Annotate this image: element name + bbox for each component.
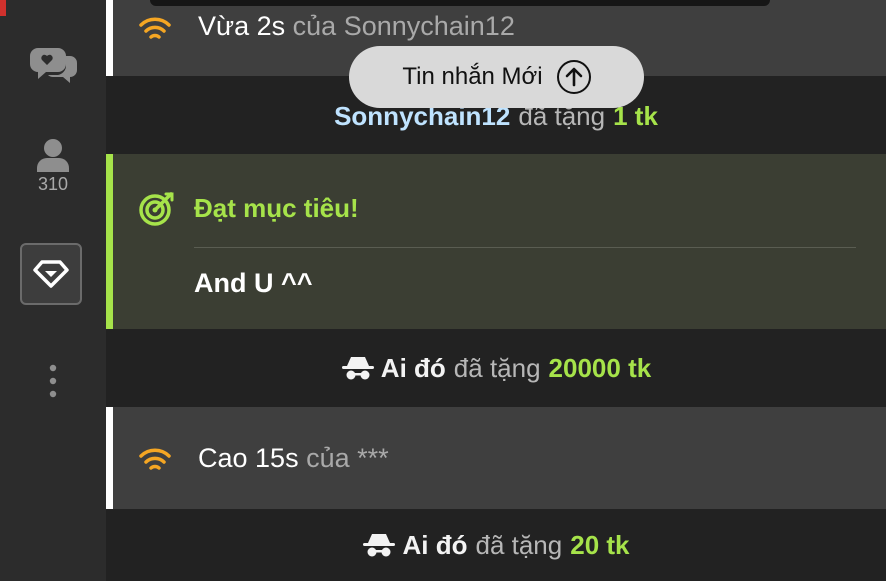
message-of: của [306, 443, 350, 473]
new-messages-button[interactable]: Tin nhắn Mới [349, 46, 644, 108]
chat-message: Cao 15s của *** [106, 407, 886, 509]
red-edge-accent [0, 0, 6, 16]
gift-verb: đã tặng [453, 352, 541, 383]
wifi-icon [139, 448, 171, 470]
message-main: Cao 15s [198, 443, 299, 473]
message-user[interactable]: Sonnychain12 [344, 11, 515, 41]
gift-verb: đã tặng [475, 529, 563, 560]
viewers-button[interactable]: 310 [0, 138, 106, 195]
incognito-icon [341, 357, 374, 380]
gift-button[interactable] [20, 243, 82, 305]
gift-amount: 20 tk [570, 529, 630, 560]
message-text: Cao 15s của *** [198, 443, 389, 474]
goal-title: Đạt mục tiêu! [194, 193, 359, 223]
goal-divider [194, 247, 856, 248]
message-main: Vừa 2s [198, 11, 286, 41]
gift-notice: Ai đó đã tặng 20 tk [106, 509, 886, 581]
goal-body: And U ^^ [194, 268, 313, 298]
message-bar [106, 407, 113, 509]
vertical-dots-icon [49, 364, 57, 398]
goal-card [106, 154, 886, 329]
new-messages-label: Tin nhắn Mới [402, 63, 543, 90]
arrow-up-circle-icon [556, 60, 591, 94]
message-bar [106, 0, 113, 76]
goal-bar [106, 154, 113, 329]
incognito-icon [363, 534, 396, 557]
gift-amount: 20000 tk [548, 352, 652, 383]
gift-user[interactable]: Ai đó [402, 530, 467, 561]
diamond-icon [33, 260, 69, 288]
chat-button[interactable] [0, 46, 106, 84]
sidebar: 310 [0, 0, 106, 581]
top-bar-edge [150, 0, 770, 6]
wifi-icon [139, 17, 171, 39]
message-user[interactable]: *** [357, 443, 389, 473]
message-of: của [292, 11, 337, 41]
message-text: Vừa 2s của Sonnychain12 [198, 11, 515, 42]
target-icon [139, 192, 174, 226]
gift-notice: Ai đó đã tặng 20000 tk [106, 329, 886, 407]
user-icon [37, 139, 69, 172]
viewer-count: 310 [37, 174, 69, 194]
more-button[interactable] [0, 364, 106, 398]
gift-user[interactable]: Ai đó [381, 353, 446, 384]
chat-bubbles-icon [30, 48, 77, 83]
